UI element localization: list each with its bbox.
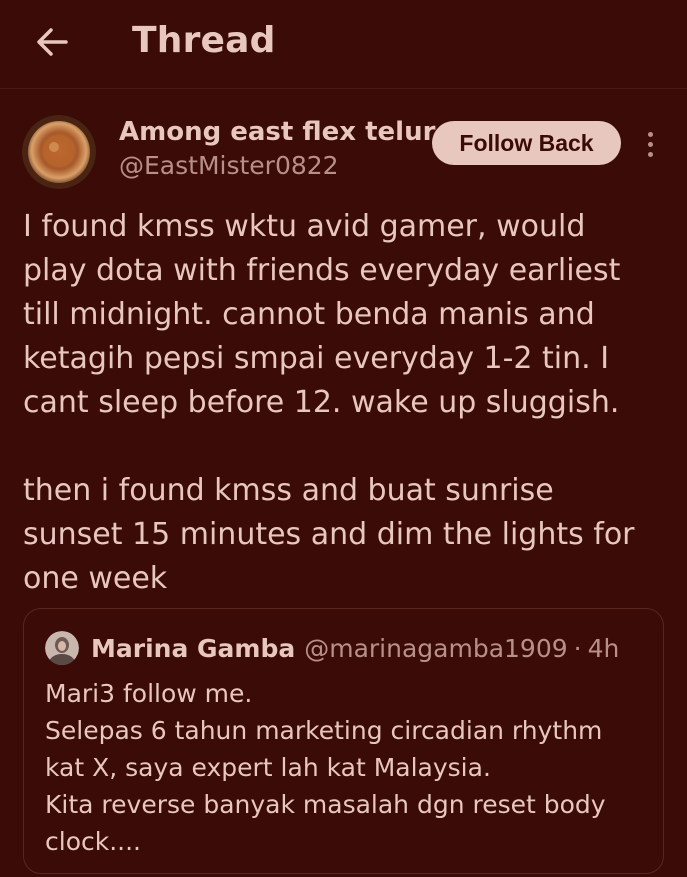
tweet-text: I found kmss wktu avid gamer, would play… <box>23 205 668 601</box>
author-display-name[interactable]: Among east flex telur <box>119 117 435 147</box>
follow-back-button[interactable]: Follow Back <box>432 121 621 165</box>
author-handle[interactable]: @EastMister0822 <box>119 151 339 180</box>
quoted-text-line: Kita reverse banyak masalah dgn reset bo… <box>45 790 606 819</box>
quoted-text-line: kat X, saya expert lah kat Malaysia. <box>45 753 491 782</box>
more-options-button[interactable] <box>640 128 660 160</box>
quoted-author-handle: @marinagamba1909 <box>304 633 568 663</box>
quoted-author-avatar <box>45 631 79 665</box>
back-arrow-icon <box>37 28 68 56</box>
quoted-text-line: Selepas 6 tahun marketing circadian rhyt… <box>45 716 603 745</box>
top-bar: Thread <box>0 0 687 89</box>
back-button[interactable] <box>30 22 74 62</box>
quoted-tweet-card[interactable]: Marina Gamba @marinagamba1909 · 4h Mari3… <box>23 608 664 874</box>
page-title: Thread <box>132 20 276 61</box>
quoted-tweet-header: Marina Gamba @marinagamba1909 · 4h <box>91 631 619 665</box>
tweet-paragraph: then i found kmss and buat sunrise sunse… <box>23 473 635 596</box>
quoted-author-name: Marina Gamba <box>91 633 296 663</box>
more-vertical-icon <box>647 131 653 137</box>
tweet-paragraph: I found kmss wktu avid gamer, would play… <box>23 209 621 420</box>
quoted-tweet-text: Mari3 follow me. Selepas 6 tahun marketi… <box>45 675 650 860</box>
separator-dot: · <box>573 633 582 663</box>
quoted-timestamp: 4h <box>587 633 620 663</box>
quoted-text-line: Mari3 follow me. <box>45 679 253 708</box>
author-avatar[interactable] <box>22 115 96 189</box>
quoted-text-line: clock.... <box>45 827 141 856</box>
